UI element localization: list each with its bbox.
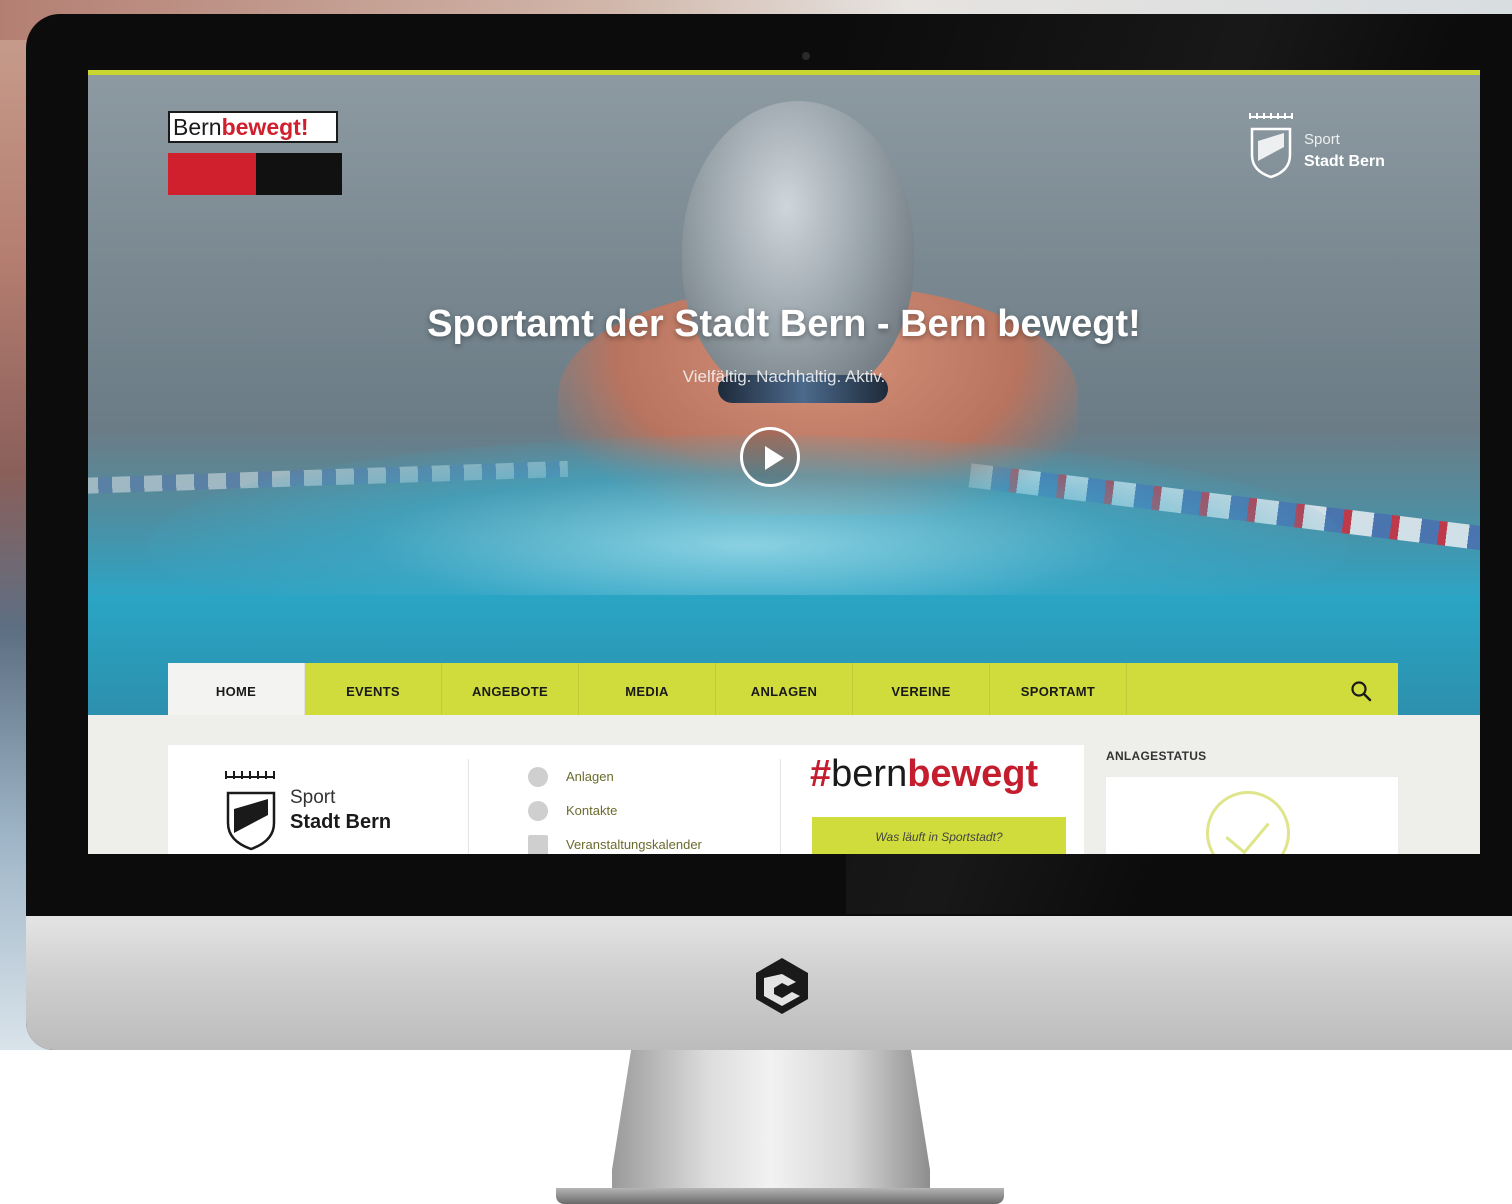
play-icon — [765, 446, 784, 470]
swimmer-cap — [682, 101, 914, 401]
search-icon[interactable] — [1350, 680, 1372, 702]
link-veranstaltungskalender[interactable]: Veranstaltungskalender — [524, 835, 702, 854]
cta-label: Was läuft in Sportstadt? — [875, 830, 1003, 844]
content-area: Sport Stadt Bern Anlagen Kontakte Verans… — [88, 715, 1480, 854]
monitor-stand — [612, 1050, 930, 1196]
nav-item-label: MEDIA — [625, 684, 669, 699]
nav-item-label: SPORTAMT — [1020, 684, 1096, 699]
brand-logo-icon — [756, 958, 808, 1014]
sport-stadt-bern-logo-content[interactable]: Sport Stadt Bern — [224, 769, 424, 854]
checkmark-tick — [1225, 808, 1270, 854]
nav-item-media[interactable]: MEDIA — [579, 663, 716, 720]
nav-item-label: ANGEBOTE — [471, 684, 549, 699]
cta-button[interactable]: Was läuft in Sportstadt? — [812, 817, 1066, 854]
logo-bold: bewegt! — [221, 114, 309, 140]
logo-bar-red — [168, 153, 256, 195]
bern-bewegt-logo[interactable]: Bernbewegt! — [168, 111, 342, 201]
divider — [468, 759, 469, 854]
logo-plain: Bern — [173, 114, 222, 140]
hashtag-symbol: # — [810, 753, 832, 795]
nav-item-label: VEREINE — [891, 684, 951, 699]
logo-bar-black — [256, 153, 342, 195]
link-kontakte[interactable]: Kontakte — [524, 801, 702, 835]
hero-subtitle: Vielfältig. Nachhaltig. Aktiv. — [682, 367, 886, 386]
calendar-icon — [528, 835, 548, 854]
main-navigation: HOME EVENTS ANGEBOTE MEDIA ANLAGEN VEREI… — [168, 663, 1398, 720]
nav-item-label: ANLAGEN — [750, 684, 818, 699]
sport-stadt-bern-logo[interactable]: Sport Stadt Bern — [1246, 111, 1406, 181]
sport-logo-line1: Sport — [1304, 131, 1340, 148]
content-card: Sport Stadt Bern Anlagen Kontakte Verans… — [168, 745, 1084, 854]
logo-wordmark: Bernbewegt! — [168, 111, 338, 143]
sport-logo-line2: Stadt Bern — [1304, 153, 1385, 170]
hashtag-bold: bewegt — [907, 753, 1039, 795]
hero-title: Sportamt der Stadt Bern - Bern bewegt! — [427, 303, 1141, 345]
monitor-stand-base — [556, 1188, 1004, 1204]
hashtag-plain: bern — [831, 753, 908, 795]
nav-item-label: EVENTS — [346, 684, 400, 699]
nav-item-vereine[interactable]: VEREINE — [853, 663, 990, 720]
nav-item-events[interactable]: EVENTS — [305, 663, 442, 720]
checkmark-icon — [1206, 791, 1290, 854]
link-label: Anlagen — [566, 769, 614, 784]
link-label: Veranstaltungskalender — [566, 837, 702, 852]
camera-dot — [802, 52, 810, 60]
video-play-button[interactable] — [740, 427, 800, 487]
nav-item-angebote[interactable]: ANGEBOTE — [442, 663, 579, 720]
bern-coat-of-arms-icon — [225, 771, 276, 851]
sport-logo-line1: Sport — [290, 787, 336, 808]
anlagestatus-card — [1106, 777, 1398, 854]
hero-section: Bernbewegt! Sport Stadt Bern Sportamt de… — [88, 75, 1480, 720]
link-label: Kontakte — [566, 803, 618, 818]
nav-item-home[interactable]: HOME — [168, 663, 305, 720]
sport-logo-line2: Stadt Bern — [290, 811, 392, 833]
quick-links: Anlagen Kontakte Veranstaltungskalender — [524, 767, 702, 854]
bern-coat-of-arms-icon — [1249, 113, 1293, 179]
nav-item-sportamt[interactable]: SPORTAMT — [990, 663, 1127, 720]
info-icon — [528, 767, 548, 787]
nav-item-anlagen[interactable]: ANLAGEN — [716, 663, 853, 720]
divider — [780, 759, 781, 854]
nav-item-label: HOME — [215, 684, 257, 699]
link-anlagen[interactable]: Anlagen — [524, 767, 702, 801]
anlagestatus-heading: ANLAGESTATUS — [1106, 749, 1207, 763]
website-screen: Bernbewegt! Sport Stadt Bern Sportamt de… — [88, 70, 1480, 854]
contacts-icon — [528, 801, 548, 821]
hashtag-bernbewegt: #bernbewegt — [810, 753, 1038, 796]
